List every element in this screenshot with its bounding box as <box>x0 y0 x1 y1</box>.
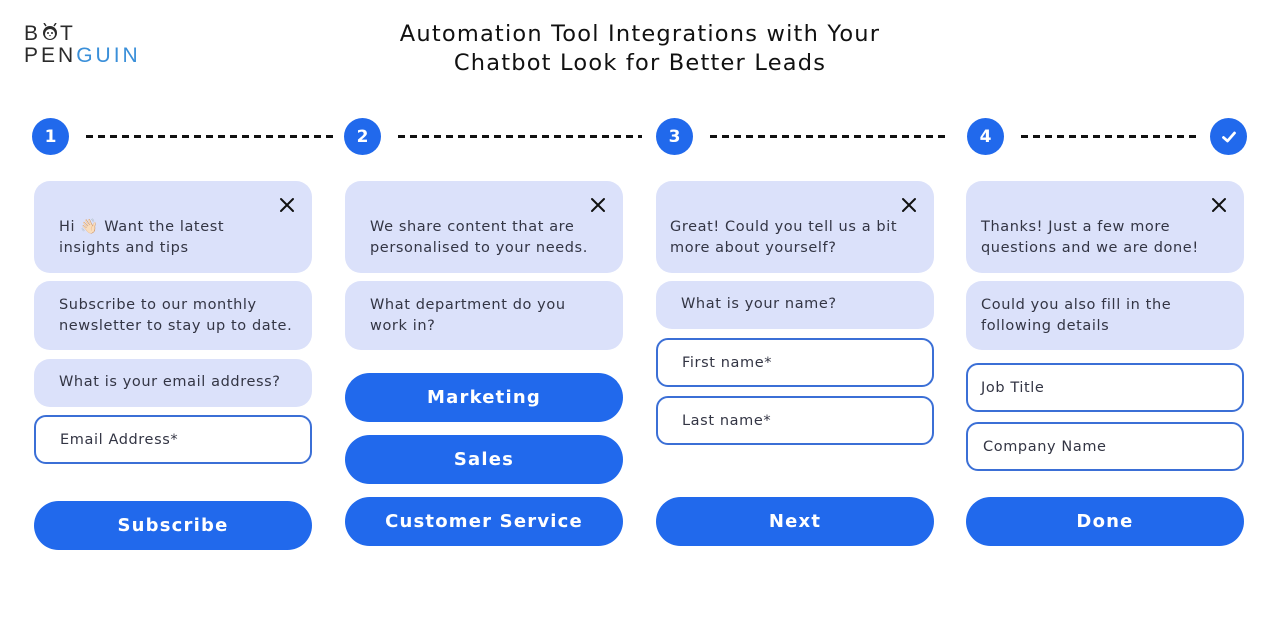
close-icon <box>902 198 916 212</box>
subscribe-button[interactable]: Subscribe <box>34 501 312 550</box>
step-number: 4 <box>979 126 992 147</box>
first-name-field[interactable]: First name* <box>656 338 934 387</box>
step-connector <box>86 135 334 138</box>
close-button[interactable] <box>900 196 918 214</box>
step-number: 3 <box>668 126 681 147</box>
close-icon <box>280 198 294 212</box>
check-icon <box>1221 131 1236 142</box>
next-button[interactable]: Next <box>656 497 934 546</box>
step-2-circle: 2 <box>344 118 381 155</box>
close-icon <box>1212 198 1226 212</box>
step-complete-circle <box>1210 118 1247 155</box>
job-title-field[interactable]: Job Title <box>966 363 1244 412</box>
title-line-1: Automation Tool Integrations with Your <box>399 21 881 47</box>
done-button[interactable]: Done <box>966 497 1244 546</box>
option-customer-service-button[interactable]: Customer Service <box>345 497 623 546</box>
message-bubble: Subscribe to our monthly newsletter to s… <box>34 281 312 350</box>
question-line-1: What department do you <box>370 297 566 313</box>
question-bubble: What is your name? <box>656 281 934 329</box>
done-button-label: Done <box>1076 511 1134 532</box>
question-line-2: work in? <box>370 318 436 334</box>
option-marketing-button[interactable]: Marketing <box>345 373 623 422</box>
step-connector <box>398 135 642 138</box>
email-field[interactable]: Email Address* <box>34 415 312 464</box>
option-label: Sales <box>453 449 515 470</box>
close-button[interactable] <box>278 196 296 214</box>
last-name-field[interactable]: Last name* <box>656 396 934 445</box>
intro-bubble: Hi 👋🏻 Want the latest insights and tips <box>34 181 312 273</box>
intro-bubble: We share content that are personalised t… <box>345 181 623 273</box>
first-name-placeholder: First name* <box>682 354 773 371</box>
step-4-circle: 4 <box>967 118 1004 155</box>
close-icon <box>591 198 605 212</box>
intro-line-2: personalised to your needs. <box>370 240 588 256</box>
question-text: What is your email address? <box>59 374 281 390</box>
message-line-2: following details <box>981 318 1110 334</box>
step-3-circle: 3 <box>656 118 693 155</box>
question-bubble: What department do you work in? <box>345 281 623 350</box>
step-1-circle: 1 <box>32 118 69 155</box>
step-number: 2 <box>356 126 369 147</box>
logo-line-penguin: PEN GUIN <box>24 44 141 66</box>
logo-letter-b: B <box>24 21 42 45</box>
step-connector <box>710 135 950 138</box>
question-text: What is your name? <box>681 296 837 312</box>
logo-text-pen: PEN <box>24 43 77 67</box>
intro-bubble: Thanks! Just a few more questions and we… <box>966 181 1244 273</box>
step-number: 1 <box>44 126 57 147</box>
intro-line-2: more about yourself? <box>670 240 837 256</box>
message-bubble: Could you also fill in the following det… <box>966 281 1244 350</box>
intro-text-hi: Hi <box>59 219 76 235</box>
next-button-label: Next <box>768 511 822 532</box>
intro-text: Hi 👋🏻 Want the latest insights and tips <box>59 217 224 259</box>
message-line-2: newsletter to stay up to date. <box>59 318 293 334</box>
intro-text-rest: Want the latest <box>104 219 225 235</box>
step-connector <box>1021 135 1197 138</box>
penguin-face-icon <box>42 23 58 41</box>
company-name-field[interactable]: Company Name <box>966 422 1244 471</box>
logo-letter-t: T <box>60 21 76 45</box>
logo-text-guin: GUIN <box>76 43 141 67</box>
message-line-1: Could you also fill in the <box>981 297 1172 313</box>
intro-line-1: Great! Could you tell us a bit <box>670 219 898 235</box>
subscribe-button-label: Subscribe <box>117 515 229 536</box>
last-name-placeholder: Last name* <box>682 412 772 429</box>
intro-text-line-2: insights and tips <box>59 240 189 256</box>
intro-line-2: questions and we are done! <box>981 240 1199 256</box>
company-name-placeholder: Company Name <box>983 438 1107 455</box>
close-button[interactable] <box>589 196 607 214</box>
intro-line-1: Thanks! Just a few more <box>981 219 1171 235</box>
option-sales-button[interactable]: Sales <box>345 435 623 484</box>
job-title-placeholder: Job Title <box>981 379 1045 396</box>
title-line-2: Chatbot Look for Better Leads <box>453 50 827 76</box>
page-title: Automation Tool Integrations with Your C… <box>340 20 940 78</box>
close-button[interactable] <box>1210 196 1228 214</box>
option-label: Marketing <box>427 387 541 408</box>
logo-line-bot: B T <box>24 22 141 44</box>
waving-hand-icon: 👋🏻 <box>80 219 100 235</box>
option-label: Customer Service <box>385 511 583 532</box>
email-field-placeholder: Email Address* <box>60 431 179 448</box>
intro-bubble: Great! Could you tell us a bit more abou… <box>656 181 934 273</box>
botpenguin-logo: B T PEN GUIN <box>24 22 141 66</box>
message-line-1: Subscribe to our monthly <box>59 297 257 313</box>
question-bubble: What is your email address? <box>34 359 312 407</box>
intro-line-1: We share content that are <box>370 219 575 235</box>
